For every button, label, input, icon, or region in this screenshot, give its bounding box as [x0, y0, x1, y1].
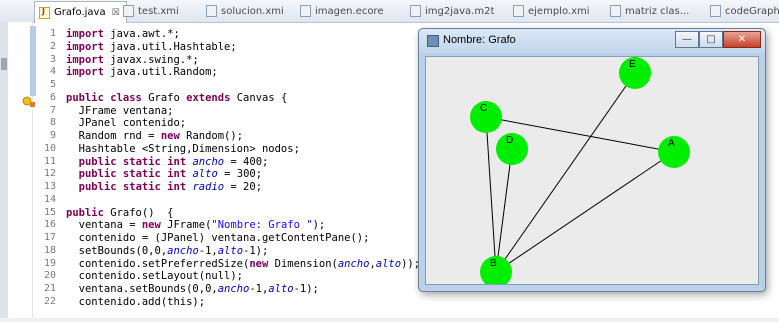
tab-codegraph[interactable]: codeGraph — [710, 2, 779, 20]
code-text: JFrame ventana; — [66, 104, 174, 117]
code-text: JPanel contenido; — [66, 117, 187, 130]
maximize-button[interactable]: □ — [699, 31, 723, 48]
line-number: 6 — [49, 91, 56, 103]
code-text: public Grafo() { — [66, 206, 174, 219]
line-number: 11 — [43, 155, 56, 167]
window-titlebar[interactable]: Nombre: Grafo — □ ✕ — [419, 29, 765, 53]
line-number: 22 — [43, 295, 56, 307]
tab-imagen-ecore[interactable]: imagen.ecore — [300, 2, 383, 20]
line-number: 19 — [43, 257, 56, 269]
file-icon — [710, 5, 721, 17]
line-number: 9 — [49, 130, 56, 141]
line-number: 18 — [43, 244, 56, 256]
xmi-file-icon — [206, 5, 217, 17]
code-text: setBounds(0,0,ancho-1,alto-1); — [66, 244, 269, 257]
line-number: 13 — [43, 181, 56, 192]
code-text: ventana = new JFrame("Nombre: Grafo "); — [66, 219, 326, 232]
grafo-window[interactable]: Nombre: Grafo — □ ✕ E C D A B — [418, 28, 766, 292]
line-number: 16 — [43, 219, 56, 231]
tab-img2java-m2t[interactable]: img2java.m2t — [410, 2, 494, 20]
tab-label: solucion.xmi — [221, 5, 284, 17]
minimize-button[interactable]: — — [675, 31, 699, 48]
code-text: Random rnd = new Random(); — [66, 130, 244, 142]
editor-tab-bar: Grafo.java ☒ test.xmi solucion.xmi image… — [0, 0, 779, 23]
java-file-icon — [39, 6, 50, 19]
node-label-A: A — [668, 138, 675, 149]
line-number: 10 — [43, 142, 56, 154]
tab-label: ejemplo.xmi — [528, 5, 590, 17]
xmi-file-icon — [123, 5, 134, 17]
node-label-C: C — [480, 103, 487, 114]
edge-E-B — [495, 72, 636, 273]
line-number: 21 — [43, 283, 56, 294]
code-text: Hashtable <String,Dimension> nodos; — [66, 142, 300, 155]
java-app-icon — [427, 35, 439, 47]
line-number: 8 — [49, 117, 56, 129]
node-label-B: B — [490, 258, 497, 269]
line-number: 2 — [49, 40, 56, 52]
xmi-file-icon — [513, 5, 524, 17]
code-text: public class Grafo extends Canvas { — [66, 91, 288, 104]
line-number: 15 — [43, 206, 56, 218]
line-number: 3 — [49, 53, 56, 65]
tab-label: img2java.m2t — [425, 5, 495, 17]
line-number: 1 — [49, 28, 56, 39]
code-line[interactable]: 22 contenido.add(this); — [0, 296, 779, 308]
ecore-file-icon — [300, 5, 311, 17]
code-text: public static int radio = 20; — [78, 181, 263, 193]
edge-A-B — [495, 151, 675, 273]
m2t-file-icon — [410, 5, 421, 17]
line-number: 20 — [43, 270, 56, 282]
tab-label: Grafo.java — [54, 7, 106, 18]
node-label-D: D — [506, 135, 513, 146]
line-number: 14 — [43, 193, 56, 205]
graph-drawing: E C D A B — [470, 57, 690, 284]
tab-label: imagen.ecore — [315, 5, 384, 17]
edge-C-B — [485, 116, 497, 273]
close-button[interactable]: ✕ — [723, 31, 761, 48]
tab-matriz-clas[interactable]: matriz clas... — [610, 2, 689, 20]
tab-label: matriz clas... — [625, 5, 690, 17]
tab-grafo-java[interactable]: Grafo.java ☒ — [34, 1, 127, 23]
node-label-E: E — [629, 59, 636, 70]
horizontal-scrollbar[interactable] — [0, 318, 779, 322]
code-text: import java.awt.*; — [66, 28, 180, 40]
line-number: 5 — [49, 79, 56, 90]
code-text: contenido = (JPanel) ventana.getContentP… — [66, 232, 370, 244]
code-text: public static int alto = 300; — [78, 168, 263, 181]
close-icon[interactable]: ☒ — [112, 8, 120, 18]
edge-D-B — [495, 148, 513, 273]
code-text: contenido.add(this); — [66, 295, 206, 308]
line-number: 4 — [49, 66, 56, 78]
code-text: contenido.setLayout(null); — [66, 270, 244, 283]
graph-canvas[interactable]: E C D A B — [425, 56, 759, 285]
tab-test-xmi[interactable]: test.xmi — [123, 2, 179, 20]
line-number: 12 — [43, 168, 56, 180]
code-text: ventana.setBounds(0,0,ancho-1,alto-1); — [66, 283, 319, 295]
code-text: public static int ancho = 400; — [78, 155, 269, 168]
window-title: Nombre: Grafo — [443, 34, 516, 46]
xmi-file-icon — [610, 5, 621, 17]
code-text: import java.util.Random; — [66, 66, 218, 79]
tab-ejemplo-xmi[interactable]: ejemplo.xmi — [513, 2, 590, 20]
tab-label: codeGraph — [725, 5, 779, 17]
line-number: 7 — [49, 104, 56, 116]
tab-solucion-xmi[interactable]: solucion.xmi — [206, 2, 284, 20]
tab-label: test.xmi — [138, 5, 179, 17]
line-number: 17 — [43, 232, 56, 243]
code-text: import javax.swing.*; — [66, 53, 199, 66]
code-text: contenido.setPreferredSize(new Dimension… — [66, 257, 421, 270]
code-text: import java.util.Hashtable; — [66, 40, 237, 53]
